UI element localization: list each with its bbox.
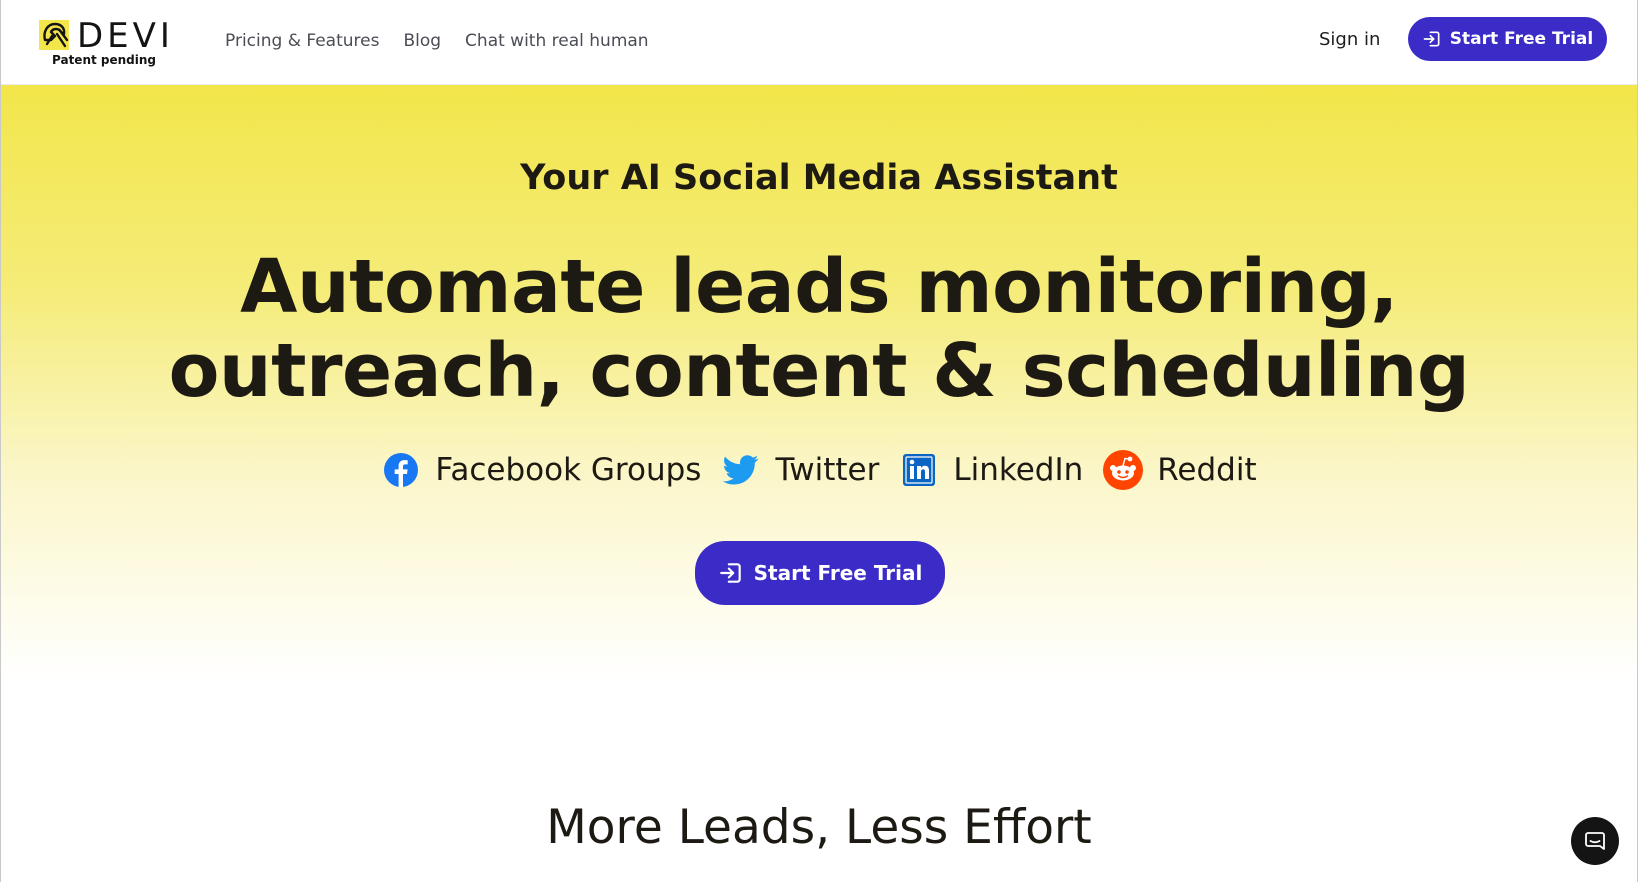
hero-headline: Automate leads monitoring, outreach, con… — [1, 245, 1637, 413]
twitter-icon — [721, 450, 761, 490]
hero-eyebrow: Your AI Social Media Assistant — [520, 158, 1118, 198]
login-arrow-icon — [719, 563, 741, 583]
brand-logo[interactable]: DEVI Patent pending — [39, 16, 170, 70]
facebook-icon — [381, 450, 421, 490]
hair-figure-icon — [39, 20, 69, 50]
hero-headline-line1: Automate leads monitoring, — [240, 244, 1398, 330]
platform-label: Reddit — [1157, 452, 1257, 488]
nav-item-pricing[interactable]: Pricing & Features — [225, 31, 379, 51]
start-free-trial-button-header[interactable]: Start Free Trial — [1408, 17, 1607, 61]
brand-tagline: Patent pending — [52, 53, 157, 67]
chat-bubble-icon — [1585, 832, 1605, 850]
platform-twitter: Twitter — [721, 450, 879, 490]
hero-headline-line2: outreach, content & scheduling — [168, 328, 1470, 414]
page: DEVI Patent pending Pricing & Features B… — [0, 0, 1638, 882]
start-free-trial-label: Start Free Trial — [753, 561, 923, 585]
platform-label: Facebook Groups — [435, 452, 702, 488]
start-free-trial-label: Start Free Trial — [1449, 29, 1594, 49]
nav-item-chat[interactable]: Chat with real human — [465, 31, 649, 51]
start-free-trial-button-hero[interactable]: Start Free Trial — [695, 541, 945, 605]
linkedin-icon — [899, 450, 939, 490]
platform-label: LinkedIn — [953, 452, 1084, 488]
platform-reddit: Reddit — [1103, 450, 1257, 490]
site-header: DEVI Patent pending Pricing & Features B… — [1, 0, 1637, 85]
platform-facebook: Facebook Groups — [381, 450, 701, 490]
sign-in-link[interactable]: Sign in — [1319, 29, 1380, 50]
brand-name: DEVI — [77, 16, 174, 56]
hero-section: Your AI Social Media Assistant Automate … — [1, 85, 1637, 680]
nav-item-blog[interactable]: Blog — [403, 31, 441, 51]
platform-linkedin: LinkedIn — [899, 450, 1083, 490]
chat-launcher-button[interactable] — [1571, 817, 1619, 865]
platform-label: Twitter — [775, 452, 880, 488]
reddit-icon — [1103, 450, 1144, 490]
platform-list: Facebook Groups Twitter LinkedIn Reddit — [1, 450, 1637, 490]
main-nav: Pricing & Features Blog Chat with real h… — [225, 31, 673, 51]
login-arrow-icon — [1423, 31, 1440, 47]
section-title: More Leads, Less Effort — [546, 800, 1092, 855]
